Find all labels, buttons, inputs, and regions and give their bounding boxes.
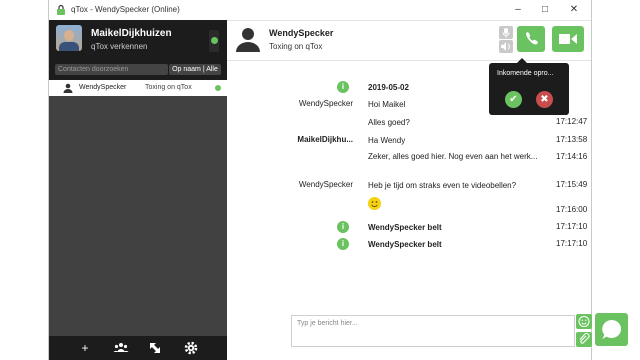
message-time: 17:17:10 — [556, 239, 588, 248]
settings-gear-icon[interactable] — [183, 340, 199, 356]
sidebar: MaikelDijkhuizen qTox verkennen Contacte… — [49, 20, 227, 360]
groupchat-icon[interactable] — [113, 340, 129, 356]
smiley-emoji-icon — [368, 197, 381, 210]
date-separator: 2019-05-02 — [368, 83, 409, 92]
send-button[interactable] — [595, 313, 628, 346]
file-transfer-icon[interactable] — [147, 340, 163, 356]
message-time: 17:14:16 — [556, 152, 588, 161]
contact-item-wendyspecker[interactable]: WendySpecker Toxing on qTox — [49, 80, 227, 96]
profile-status-message[interactable]: qTox verkennen — [91, 42, 147, 51]
window-title: qTox - WendySpecker (Online) — [71, 5, 180, 14]
smiley-icon — [578, 316, 590, 327]
message-row: Zeker, alles goed hier. Nog even aan het… — [227, 151, 591, 175]
message-sender: WendySpecker — [298, 180, 353, 189]
message-row: i 2019-05-02 — [227, 81, 591, 95]
qtox-lock-icon — [57, 4, 65, 15]
add-friend-icon[interactable]: + — [77, 340, 93, 356]
message-area: i 2019-05-02 WendySpecker Hoi Maikel All… — [227, 60, 591, 310]
message-text[interactable]: Ha Wendy — [368, 135, 543, 146]
online-status-icon — [211, 37, 218, 44]
title-bar: qTox - WendySpecker (Online) – □ ✕ — [49, 0, 591, 21]
contact-avatar-icon — [63, 83, 73, 93]
emoji-button[interactable] — [576, 314, 592, 329]
chat-contact-status: Toxing on qTox — [269, 42, 323, 51]
message-text[interactable]: Zeker, alles goed hier. Nog even aan het… — [368, 151, 543, 162]
chat-header: WendySpecker Toxing on qTox — [227, 20, 591, 61]
search-row: Contacten doorzoeken Op naam | Alle — [49, 60, 227, 80]
profile-name[interactable]: MaikelDijkhuizen — [91, 28, 172, 39]
status-button[interactable] — [209, 30, 219, 52]
message-row: 17:16:00 — [227, 197, 591, 217]
message-text[interactable]: Hoi Maikel — [368, 99, 543, 110]
message-time: 17:16:00 — [556, 205, 588, 214]
message-sender: MaikelDijkhu... — [297, 135, 353, 144]
message-input[interactable]: Typ je bericht hier... — [291, 315, 575, 347]
info-icon: i — [337, 221, 349, 233]
attach-file-button[interactable] — [576, 332, 592, 347]
info-icon: i — [337, 81, 349, 93]
call-event-text: WendySpecker belt — [368, 240, 442, 249]
message-row: i WendySpecker belt 17:17:10 — [227, 238, 591, 252]
paperclip-icon — [579, 332, 590, 344]
microphone-mute-button[interactable] — [499, 26, 513, 39]
message-time: 17:17:10 — [556, 222, 588, 231]
speaker-mute-button[interactable] — [499, 40, 513, 53]
message-row: Alles goed? 17:12:47 — [227, 116, 591, 130]
sort-filter-button[interactable]: Op naam | Alle — [169, 64, 221, 75]
chat-panel: WendySpecker Toxing on qTox Inkomende op… — [227, 20, 628, 360]
message-time: 17:12:47 — [556, 117, 588, 126]
microphone-icon — [502, 28, 510, 38]
maximize-button[interactable]: □ — [534, 2, 556, 18]
speaker-icon — [501, 42, 510, 51]
message-text[interactable]: Alles goed? — [368, 117, 543, 128]
message-time: 17:15:49 — [556, 180, 588, 189]
message-row: WendySpecker Hoi Maikel — [227, 98, 591, 112]
chat-contact-avatar — [236, 28, 260, 52]
message-row: WendySpecker Heb je tijd om straks even … — [227, 179, 591, 193]
online-status-icon — [215, 85, 221, 91]
message-row: MaikelDijkhu... Ha Wendy 17:13:58 — [227, 134, 591, 148]
chat-contact-name: WendySpecker — [269, 28, 334, 38]
message-sender: WendySpecker — [298, 99, 353, 108]
message-text[interactable]: Heb je tijd om straks even te videobelle… — [368, 180, 543, 191]
speech-bubble-icon — [602, 319, 622, 339]
video-call-button[interactable] — [552, 26, 584, 52]
message-input-area: Typ je bericht hier... — [291, 313, 628, 348]
call-event-text: WendySpecker belt — [368, 223, 442, 232]
info-icon: i — [337, 238, 349, 250]
message-row: i WendySpecker belt 17:17:10 — [227, 221, 591, 235]
contact-search-input[interactable]: Contacten doorzoeken — [55, 64, 168, 75]
qtox-window: qTox - WendySpecker (Online) – □ ✕ Maike… — [48, 0, 628, 360]
message-time: 17:13:58 — [556, 135, 588, 144]
contact-name: WendySpecker — [79, 84, 127, 91]
profile-avatar[interactable] — [56, 25, 82, 51]
contact-status: Toxing on qTox — [145, 84, 192, 91]
profile-panel: MaikelDijkhuizen qTox verkennen — [49, 20, 227, 60]
phone-icon — [526, 32, 538, 45]
video-camera-icon — [559, 34, 577, 44]
sidebar-footer: + — [49, 336, 227, 360]
close-button[interactable]: ✕ — [563, 2, 585, 18]
audio-call-button[interactable] — [517, 26, 545, 52]
minimize-button[interactable]: – — [507, 2, 529, 18]
